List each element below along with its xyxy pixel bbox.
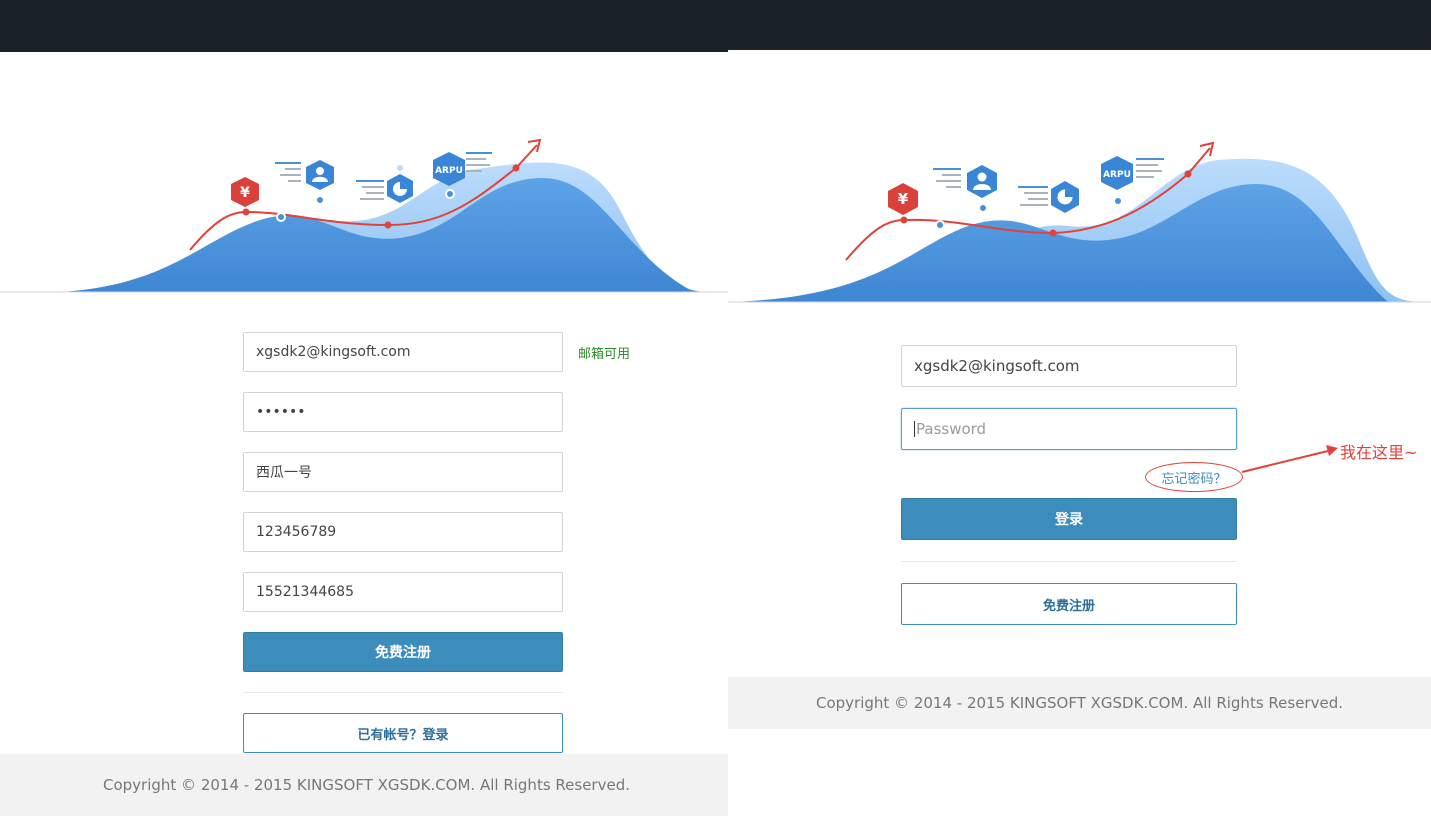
pie-icon: [1051, 181, 1079, 213]
annotation-arrow-icon: [1241, 445, 1338, 473]
svg-text:ARPU: ARPU: [1103, 170, 1131, 180]
hero-illustration: ¥ ARPU: [728, 128, 1431, 304]
register-button[interactable]: 免费注册: [901, 583, 1237, 625]
email-field[interactable]: xgsdk2@kingsoft.com: [901, 345, 1237, 387]
nickname-value: 西瓜一号: [256, 465, 312, 481]
composite-screenshot: ¥ ARPU xgsdk2@kingsoft.com 邮箱可用 •••••• 西…: [0, 0, 1431, 816]
login-button[interactable]: 登录: [901, 498, 1237, 540]
pie-icon: [387, 174, 413, 203]
password-value: ••••••: [256, 404, 306, 420]
phone-value: 15521344685: [256, 584, 354, 600]
trend-arrow-icon: [527, 138, 542, 153]
email-field[interactable]: xgsdk2@kingsoft.com: [243, 332, 563, 372]
email-available-hint: 邮箱可用: [578, 347, 631, 362]
password-input[interactable]: Password: [901, 408, 1237, 450]
qq-value: 123456789: [256, 524, 337, 540]
top-navbar: [0, 0, 728, 52]
annotation-text: 我在这里~: [1340, 443, 1418, 462]
goto-login-button[interactable]: 已有帐号？登录: [243, 713, 563, 753]
hero-illustration: ¥ ARPU: [0, 120, 728, 293]
email-value: xgsdk2@kingsoft.com: [914, 357, 1080, 375]
footer: Copyright © 2014 - 2015 KINGSOFT XGSDK.C…: [0, 754, 728, 816]
register-submit-button[interactable]: 免费注册: [243, 632, 563, 672]
qq-field[interactable]: 123456789: [243, 512, 563, 552]
footer: Copyright © 2014 - 2015 KINGSOFT XGSDK.C…: [728, 677, 1431, 729]
copyright-text: Copyright © 2014 - 2015 KINGSOFT XGSDK.C…: [103, 776, 630, 794]
forgot-password-link[interactable]: 忘记密码？: [1145, 462, 1243, 492]
register-page: ¥ ARPU xgsdk2@kingsoft.com 邮箱可用 •••••• 西…: [0, 0, 728, 816]
hero-chart-graphic: ¥ ARPU: [728, 141, 1431, 303]
arpu-icon: ARPU: [1101, 156, 1133, 190]
user-icon: [306, 160, 334, 190]
email-value: xgsdk2@kingsoft.com: [256, 344, 411, 360]
nickname-field[interactable]: 西瓜一号: [243, 452, 563, 492]
yen-icon: ¥: [888, 183, 918, 215]
top-navbar: [728, 0, 1431, 50]
svg-text:ARPU: ARPU: [435, 166, 463, 176]
divider: [243, 692, 563, 693]
trend-arrow-icon: [1199, 141, 1215, 157]
text-caret: [914, 421, 915, 437]
password-field[interactable]: ••••••: [243, 392, 563, 432]
svg-text:¥: ¥: [240, 185, 250, 201]
user-icon: [967, 165, 997, 198]
login-page: ¥ ARPU xgsdk2@kingsoft.com Password 忘记密码…: [728, 0, 1431, 816]
yen-icon: ¥: [231, 177, 259, 207]
divider: [901, 561, 1237, 562]
copyright-text: Copyright © 2014 - 2015 KINGSOFT XGSDK.C…: [816, 694, 1343, 712]
hero-chart-graphic: ¥ ARPU: [0, 138, 728, 293]
password-placeholder: Password: [916, 420, 987, 438]
svg-text:¥: ¥: [898, 190, 909, 208]
phone-field[interactable]: 15521344685: [243, 572, 563, 612]
